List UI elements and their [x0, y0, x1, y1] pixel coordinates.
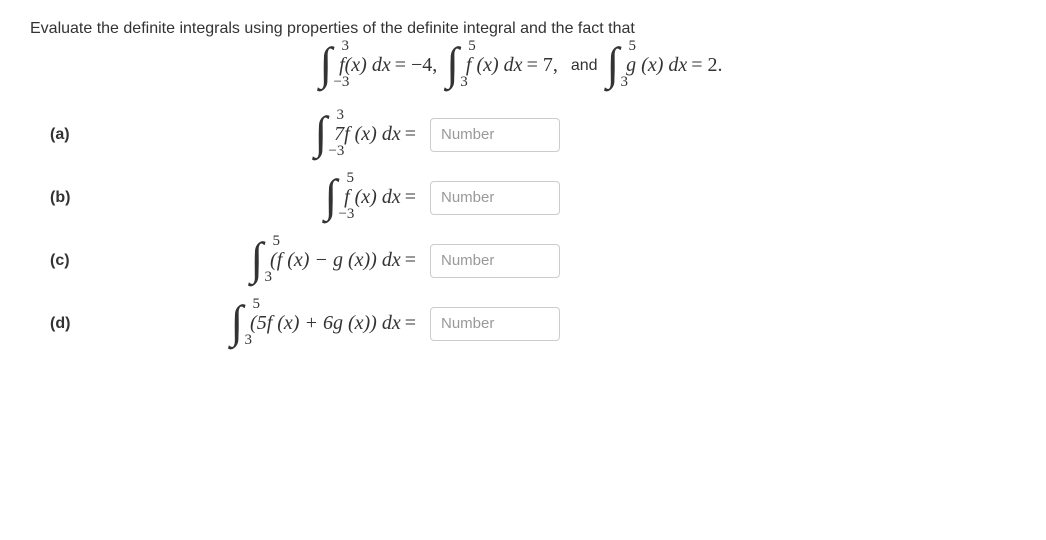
lower-limit: −3 — [328, 143, 344, 160]
equals-value: = 7, — [523, 54, 562, 77]
integrand: (5f (x) + 6g (x)) — [250, 312, 377, 335]
upper-limit: 5 — [252, 296, 260, 313]
dx: dx — [372, 54, 391, 77]
dx: dx — [382, 312, 401, 335]
part-d-input[interactable] — [430, 307, 560, 341]
instruction-text: Evaluate the definite integrals using pr… — [30, 20, 1016, 38]
dx: dx — [504, 54, 523, 77]
integrand: (f (x) − g (x)) — [270, 249, 377, 272]
part-c-input[interactable] — [430, 244, 560, 278]
lower-limit: 3 — [621, 74, 629, 91]
dx: dx — [668, 54, 687, 77]
lower-limit: 3 — [264, 269, 272, 286]
integrand: f (x) — [466, 54, 499, 77]
equals-sign: = — [401, 312, 420, 335]
part-c-row: (c) ∫ 5 3 (f (x) − g (x)) dx = — [30, 241, 1016, 280]
integrand: g (x) — [626, 54, 663, 77]
dx: dx — [382, 249, 401, 272]
lower-limit: −3 — [333, 74, 349, 91]
dx: dx — [382, 123, 401, 146]
equals-value: = −4, — [391, 54, 442, 77]
part-b-label: (b) — [30, 189, 120, 207]
part-c-expression: ∫ 5 3 (f (x) − g (x)) dx = — [120, 241, 430, 280]
part-c-label: (c) — [30, 252, 120, 270]
part-a-label: (a) — [30, 126, 120, 144]
given-integral-3: ∫ 5 3 g (x) dx = 2. — [607, 46, 727, 85]
and-text: and — [567, 57, 602, 74]
part-b-row: (b) ∫ 5 −3 f (x) dx = — [30, 178, 1016, 217]
equals-sign: = — [401, 123, 420, 146]
part-d-expression: ∫ 5 3 (5f (x) + 6g (x)) dx = — [120, 304, 430, 343]
part-a-expression: ∫ 3 −3 7f (x) dx = — [120, 115, 430, 154]
upper-limit: 3 — [341, 38, 349, 55]
equals-sign: = — [401, 249, 420, 272]
upper-limit: 5 — [272, 233, 280, 250]
given-integral-2: ∫ 5 3 f (x) dx = 7, — [446, 46, 562, 85]
upper-limit: 5 — [468, 38, 476, 55]
equals-sign: = — [401, 186, 420, 209]
lower-limit: 3 — [460, 74, 468, 91]
upper-limit: 5 — [346, 170, 354, 187]
lower-limit: 3 — [244, 332, 252, 349]
given-facts: ∫ 3 −3 f(x) dx = −4, ∫ 5 3 f (x) dx = 7,… — [30, 46, 1016, 85]
lower-limit: −3 — [338, 206, 354, 223]
part-b-expression: ∫ 5 −3 f (x) dx = — [120, 178, 430, 217]
part-a-input[interactable] — [430, 118, 560, 152]
part-a-row: (a) ∫ 3 −3 7f (x) dx = — [30, 115, 1016, 154]
dx: dx — [382, 186, 401, 209]
upper-limit: 5 — [629, 38, 637, 55]
given-integral-1: ∫ 3 −3 f(x) dx = −4, — [319, 46, 441, 85]
equals-value: = 2. — [687, 54, 726, 77]
part-b-input[interactable] — [430, 181, 560, 215]
part-d-row: (d) ∫ 5 3 (5f (x) + 6g (x)) dx = — [30, 304, 1016, 343]
part-d-label: (d) — [30, 315, 120, 333]
upper-limit: 3 — [336, 107, 344, 124]
